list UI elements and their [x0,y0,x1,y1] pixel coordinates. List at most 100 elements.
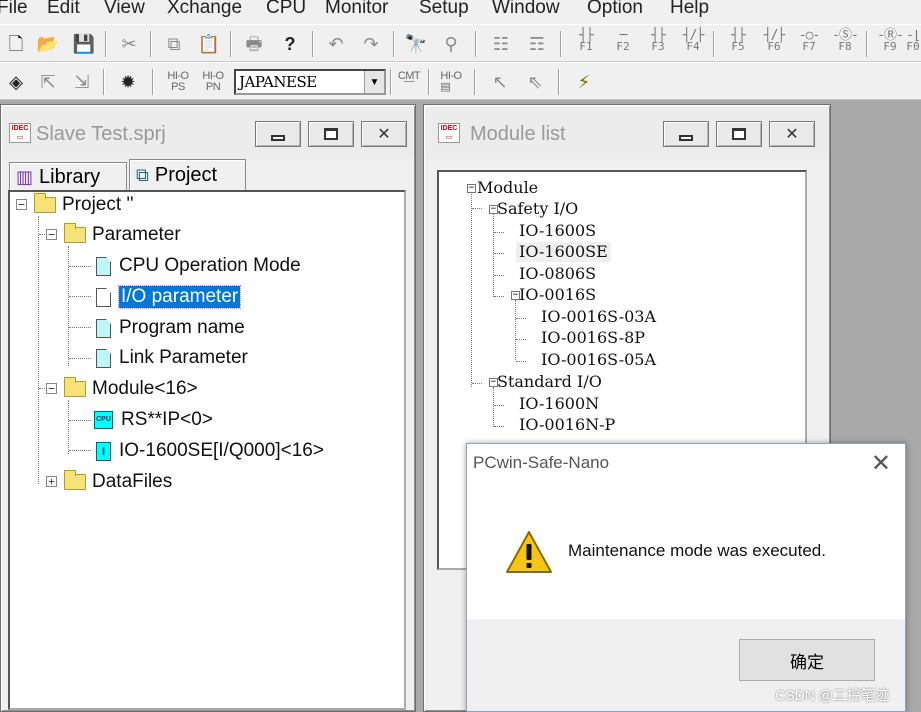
module-item[interactable]: IO-1600S [519,221,596,241]
collapse-parameter-icon[interactable]: − [46,229,57,240]
project-window-titlebar[interactable]: IDEC ▭ Slave Test.sprj ✕ [3,107,413,159]
close-icon: ✕ [785,126,799,143]
pointer-select-icon[interactable]: ⇖ [521,68,549,96]
diamond-icon[interactable]: ◈ [2,68,30,96]
step-in-icon[interactable]: ⇱ [34,68,62,96]
f5-key-icon[interactable]: ┤├ F5 [722,29,754,58]
f6-key-icon[interactable]: ┤/├ F6 [758,29,790,58]
menu-edit[interactable]: Edit [47,0,80,21]
tree-node-module[interactable]: Module<16> [64,376,198,402]
secondary-toolbar: ◈ ⇱ ⇲ ✹ HI-O PS HI-O PN JAPANESE ▼ CMT ‾‾‾ … [0,62,921,100]
paste-icon[interactable]: 📋 [195,30,223,58]
close-button[interactable]: ✕ [769,121,815,147]
minimize-icon [271,135,285,141]
toolbar-separator [393,31,395,57]
ladder-insert-icon[interactable]: ☷ [487,30,515,58]
module-item[interactable]: IO-0016N-P [519,415,615,435]
tree-node-parameter[interactable]: Parameter [64,222,181,248]
print-icon[interactable]: 🖶 [240,30,268,58]
collapse-project-icon[interactable]: − [16,199,27,210]
redo-icon[interactable]: ↷ [357,30,385,58]
toolbar-separator [558,69,560,95]
io-monitor-icon[interactable]: HI-O ▤ [437,68,465,96]
minimize-button[interactable] [663,121,709,147]
module-item[interactable]: IO-0016S-03A [541,307,656,327]
toolbar-separator [866,31,868,57]
tree-node-label: Parameter [92,224,181,245]
menu-monitor[interactable]: Monitor [325,0,388,21]
f9-key-icon[interactable]: -Ⓡ- F9 [874,29,906,58]
copy-icon[interactable]: ⧉ [160,30,188,58]
menu-help[interactable]: Help [670,0,709,21]
menu-option[interactable]: Option [587,0,643,21]
menu-setup[interactable]: Setup [419,0,469,21]
module-item[interactable]: IO-1600N [519,394,599,414]
message-dialog: PCwin-Safe-Nano ✕ Maintenance mode was e… [466,443,906,712]
find-replace-icon[interactable]: ⚲ [437,30,465,58]
save-icon[interactable]: 💾 [70,30,98,58]
module-root[interactable]: Module [477,178,538,198]
tree-node-program-name[interactable]: Program name [96,315,245,341]
help-icon[interactable]: ? [276,30,304,58]
dialog-close-icon[interactable]: ✕ [871,449,891,478]
language-select[interactable]: JAPANESE ▼ [234,69,386,95]
tree-node-label: Program name [119,317,245,338]
f8-key-icon[interactable]: -Ⓢ- F8 [829,29,861,58]
toolbar-separator [230,31,232,57]
toolbar-separator [475,31,477,57]
tab-library[interactable]: ▥ Library [9,162,127,191]
tree-node-io-module[interactable]: I IO-1600SE[I/Q000]<16> [96,438,324,464]
toolbar-separator [428,69,430,95]
compile-icon[interactable]: ✹ [114,68,142,96]
ps-button[interactable]: HI-O PS [164,68,192,96]
find-icon[interactable]: 🔭 [402,30,430,58]
f0-key-icon[interactable]: -[F0 [905,30,921,58]
collapse-module-icon[interactable]: − [46,383,57,394]
tab-project[interactable]: ⧉ Project [129,159,246,191]
minimize-button[interactable] [255,121,301,147]
toolbar-separator [474,69,476,95]
module-window-titlebar[interactable]: IDEC ▭ Module list ✕ [426,107,828,159]
maximize-button[interactable] [716,121,762,147]
ok-button[interactable]: 确定 [739,639,875,681]
chevron-down-icon[interactable]: ▼ [364,71,384,93]
module-standard-io[interactable]: Standard I/O [497,372,602,392]
tree-node-datafiles[interactable]: DataFiles [64,469,172,495]
menu-cpu[interactable]: CPU [266,0,306,21]
module-item[interactable]: IO-0016S-05A [541,350,656,370]
menu-file[interactable]: File [0,0,28,21]
module-item[interactable]: IO-0016S-8P [541,328,645,348]
close-button[interactable]: ✕ [361,121,407,147]
cut-icon[interactable]: ✂ [115,30,143,58]
menu-xchange[interactable]: Xchange [167,0,242,21]
online-lightning-icon[interactable]: ⚡ [570,68,598,96]
collapse-module-root-icon[interactable]: − [467,184,476,193]
open-folder-icon[interactable]: 📂 [34,30,62,58]
maximize-button[interactable] [308,121,354,147]
tree-node-io-parameter[interactable]: I/O parameter [96,284,242,310]
f2-key-icon[interactable]: ─ F2 [607,29,639,58]
f4-key-icon[interactable]: ┤/├ F4 [677,29,709,58]
f3-key-icon[interactable]: ┤├ F3 [642,29,674,58]
undo-icon[interactable]: ↶ [322,30,350,58]
comment-button[interactable]: CMT ‾‾‾ [395,68,423,96]
menu-view[interactable]: View [104,0,145,21]
new-file-icon[interactable]: 🗋 [2,30,30,58]
module-item-highlighted[interactable]: IO-1600SE [516,242,611,262]
tree-node-rs-ip[interactable]: CPU RS**IP<0> [94,407,213,433]
menu-window[interactable]: Window [492,0,560,21]
step-out-icon[interactable]: ⇲ [68,68,96,96]
maximize-icon [324,128,338,140]
pointer-icon[interactable]: ↖ [486,68,514,96]
pn-button[interactable]: HI-O PN [199,68,227,96]
module-item[interactable]: IO-0806S [519,264,596,284]
expand-datafiles-icon[interactable]: + [46,476,57,487]
ladder-delete-icon[interactable]: ☶ [523,30,551,58]
f7-key-icon[interactable]: -○- F7 [793,29,825,58]
tree-node-project[interactable]: Project '' [34,192,134,218]
tree-node-link-parameter[interactable]: Link Parameter [96,345,248,371]
tree-node-cpu-operation-mode[interactable]: CPU Operation Mode [96,253,301,279]
module-safety-io[interactable]: Safety I/O [497,199,578,219]
f1-key-icon[interactable]: ┤├ F1 [570,29,602,58]
module-io-0016s[interactable]: IO-0016S [519,285,596,305]
